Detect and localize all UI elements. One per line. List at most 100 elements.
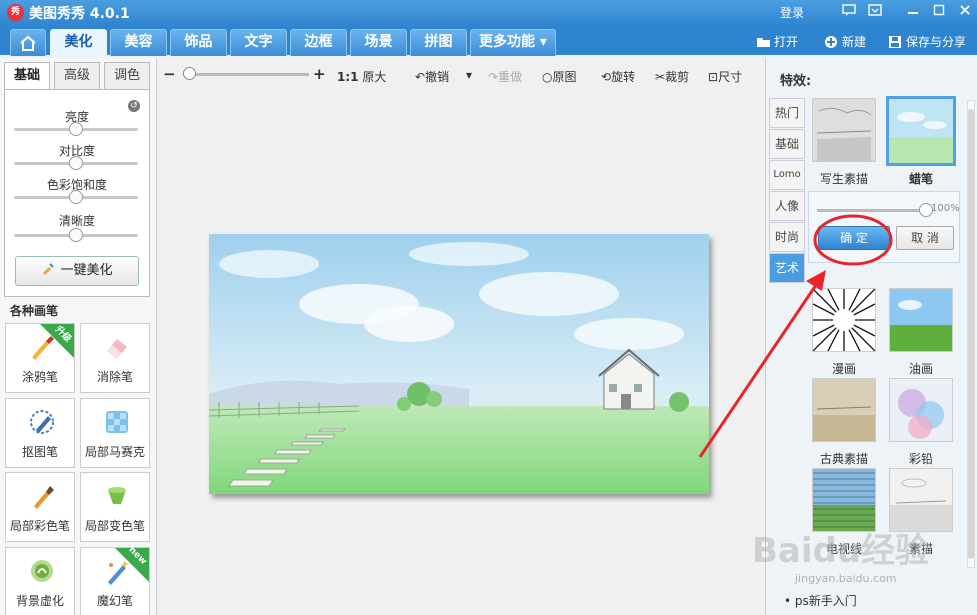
maximize-icon[interactable] bbox=[928, 3, 950, 21]
folder-icon bbox=[757, 38, 770, 47]
main-nav: 美化 美容 饰品 文字 边框 场景 拼图 更多功能 ▾ 打开 新建 保存与分享 bbox=[0, 27, 977, 58]
original-button[interactable]: ○原图 bbox=[542, 68, 577, 85]
message-icon[interactable] bbox=[838, 3, 860, 21]
close-icon[interactable] bbox=[954, 3, 976, 21]
tab-advanced[interactable]: 高级 bbox=[54, 62, 100, 90]
contrast-slider[interactable] bbox=[14, 156, 138, 170]
sharpness-slider[interactable] bbox=[14, 228, 138, 242]
effect-crayon-thumb[interactable] bbox=[886, 96, 956, 166]
tab-accessories[interactable]: 饰品 bbox=[170, 29, 227, 56]
menu-icon[interactable] bbox=[864, 3, 886, 21]
rotate-icon: ⟲ bbox=[601, 70, 612, 84]
tab-color[interactable]: 调色 bbox=[104, 62, 150, 90]
effect-pencil-sketch-label: 素描 bbox=[908, 542, 933, 556]
adjust-tabs: 基础 高级 调色 bbox=[4, 62, 150, 90]
brightness-knob[interactable] bbox=[69, 122, 83, 136]
magic-pen-tool[interactable]: new 魔幻笔 bbox=[80, 545, 150, 615]
title-bar: 秀 美图秀秀 4.0.1 登录 bbox=[0, 0, 977, 27]
local-color-pen-tool[interactable]: 局部彩色笔 bbox=[5, 472, 75, 542]
effect-oil-label: 油画 bbox=[908, 362, 933, 376]
doodle-pen-tool[interactable]: 升级 涂鸦笔 bbox=[5, 323, 75, 393]
local-recolor-pen-tool[interactable]: 局部变色笔 bbox=[80, 472, 150, 542]
crop-button[interactable]: ✂裁剪 bbox=[655, 68, 689, 85]
plus-circle-icon bbox=[825, 36, 837, 48]
confirm-button[interactable]: 确 定 bbox=[818, 226, 890, 250]
effect-oil-thumb[interactable] bbox=[889, 288, 953, 352]
tab-portrait[interactable]: 人像 bbox=[769, 191, 805, 221]
contrast-knob[interactable] bbox=[69, 156, 83, 170]
tab-basic[interactable]: 基础 bbox=[4, 62, 50, 90]
new-button[interactable]: 新建 bbox=[824, 33, 866, 50]
effect-tv-lines-thumb[interactable] bbox=[812, 468, 876, 532]
tab-art[interactable]: 艺术 bbox=[769, 253, 805, 283]
effect-strength-slider[interactable] bbox=[817, 203, 933, 217]
effect-comic-thumb[interactable] bbox=[812, 288, 876, 352]
tab-more-label: 更多功能 bbox=[479, 34, 536, 50]
effect-sketch-thumb[interactable] bbox=[812, 98, 876, 162]
resize-label: 尺寸 bbox=[718, 70, 743, 84]
effect-comic-label: 漫画 bbox=[831, 362, 856, 376]
rotate-button[interactable]: ⟲旋转 bbox=[601, 68, 635, 85]
save-icon bbox=[889, 36, 901, 48]
effects-title: 特效: bbox=[780, 74, 812, 89]
undo-button[interactable]: ↶撤销 bbox=[415, 68, 449, 85]
home-button[interactable] bbox=[10, 29, 46, 56]
effect-crayon-label: 蜡笔 bbox=[908, 172, 933, 186]
tab-text[interactable]: 文字 bbox=[230, 29, 287, 56]
tab-basic-effects[interactable]: 基础 bbox=[769, 129, 805, 159]
bottom-link-label: ps新手入门 bbox=[794, 594, 857, 608]
zoom-slider[interactable] bbox=[183, 67, 309, 80]
tab-more[interactable]: 更多功能 ▾ bbox=[470, 29, 556, 56]
bottom-link[interactable]: • ps新手入门 bbox=[784, 592, 857, 609]
sharpness-knob[interactable] bbox=[69, 228, 83, 242]
effect-color-pencil-thumb[interactable] bbox=[889, 378, 953, 442]
brightness-slider[interactable] bbox=[14, 122, 138, 136]
saturation-knob[interactable] bbox=[69, 190, 83, 204]
cutout-pen-tool[interactable]: 抠图笔 bbox=[5, 398, 75, 468]
tab-scene[interactable]: 场景 bbox=[350, 29, 407, 56]
minimize-icon[interactable] bbox=[902, 3, 924, 21]
doodle-pen-label: 涂鸦笔 bbox=[21, 370, 58, 384]
redo-button[interactable]: ↷重做 bbox=[488, 68, 522, 85]
chevron-down-icon: ▾ bbox=[466, 68, 473, 82]
one-key-beautify-label: 一键美化 bbox=[60, 263, 113, 278]
effects-scrollbar[interactable] bbox=[967, 100, 975, 568]
cancel-button[interactable]: 取 消 bbox=[896, 226, 954, 250]
login-link[interactable]: 登录 bbox=[780, 4, 804, 21]
app-logo-icon: 秀 bbox=[7, 4, 24, 21]
local-mosaic-tool[interactable]: 局部马赛克 bbox=[80, 398, 150, 468]
tab-beauty[interactable]: 美容 bbox=[110, 29, 167, 56]
background-blur-tool[interactable]: 背景虚化 bbox=[5, 547, 75, 615]
effects-scrollbar-thumb[interactable] bbox=[968, 109, 974, 559]
cutout-pen-label: 抠图笔 bbox=[21, 445, 58, 459]
tab-hot[interactable]: 热门 bbox=[769, 98, 805, 128]
undo-dropdown[interactable]: ▾ bbox=[466, 68, 472, 82]
eraser-pen-tool[interactable]: 消除笔 bbox=[80, 323, 150, 393]
magic-hand-icon bbox=[43, 263, 55, 275]
resize-button[interactable]: ⊡尺寸 bbox=[708, 68, 742, 85]
local-recolor-pen-label: 局部变色笔 bbox=[84, 519, 145, 533]
effect-settings: 100% 确 定 取 消 bbox=[808, 191, 960, 263]
tab-collage[interactable]: 拼图 bbox=[410, 29, 467, 56]
save-share-button[interactable]: 保存与分享 bbox=[888, 33, 966, 50]
background-blur-label: 背景虚化 bbox=[15, 594, 64, 608]
brushes-title: 各种画笔 bbox=[10, 304, 59, 318]
open-button[interactable]: 打开 bbox=[756, 33, 798, 50]
effects-panel: 特效: 热门 基础 Lomo 人像 时尚 艺术 写生素描 蜡笔 100% 确 定… bbox=[765, 58, 977, 615]
canvas-area: − + 1:1 原大 ↶撤销 ▾ ↷重做 ○原图 ⟲旋转 ✂裁剪 ⊡尺寸 bbox=[157, 58, 765, 615]
zoom-out-icon[interactable]: − bbox=[163, 65, 176, 83]
effect-pencil-sketch-thumb[interactable] bbox=[889, 468, 953, 532]
tab-beautify[interactable]: 美化 bbox=[50, 29, 107, 56]
tab-fashion[interactable]: 时尚 bbox=[769, 222, 805, 252]
one-key-beautify-button[interactable]: 一键美化 bbox=[15, 256, 139, 286]
zoom-in-icon[interactable]: + bbox=[313, 65, 326, 83]
actual-size-button[interactable]: 1:1 原大 bbox=[337, 68, 386, 85]
effect-classic-sketch-thumb[interactable] bbox=[812, 378, 876, 442]
local-mosaic-label: 局部马赛克 bbox=[84, 445, 145, 459]
tab-lomo[interactable]: Lomo bbox=[769, 160, 805, 190]
zoom-knob[interactable] bbox=[183, 67, 196, 80]
tab-frame[interactable]: 边框 bbox=[290, 29, 347, 56]
edited-photo[interactable] bbox=[209, 234, 709, 494]
effect-strength-value: 100% bbox=[931, 203, 960, 214]
saturation-slider[interactable] bbox=[14, 190, 138, 204]
